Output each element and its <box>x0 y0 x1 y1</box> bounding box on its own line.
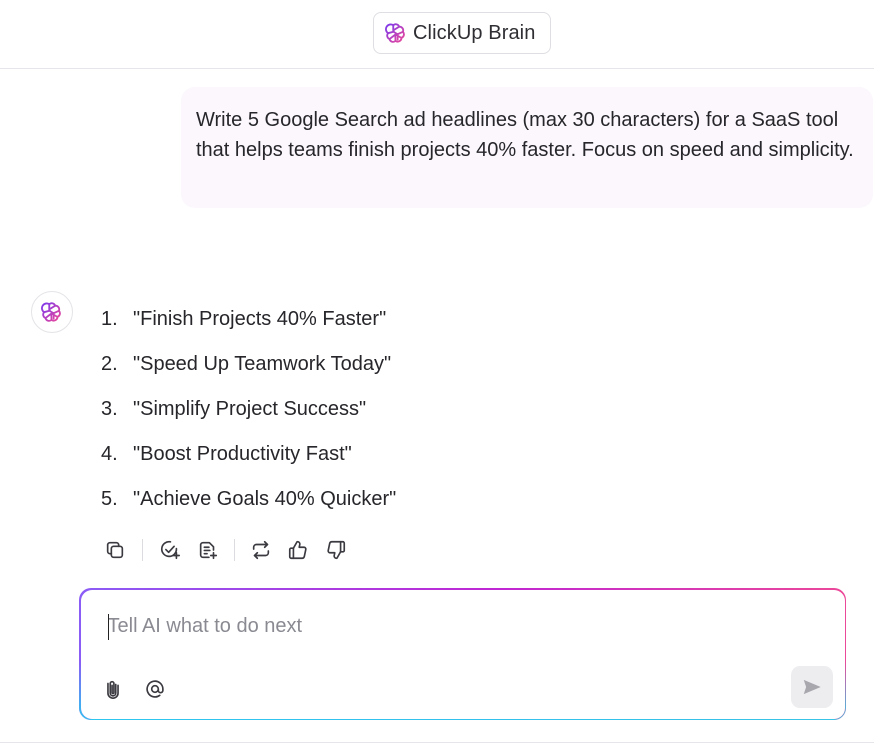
list-item-number: 4. <box>101 443 118 465</box>
list-item-text: "Finish Projects 40% Faster" <box>133 308 387 330</box>
send-icon <box>803 679 821 694</box>
add-to-doc-button[interactable] <box>195 537 221 563</box>
at-mention-icon <box>145 679 164 698</box>
regenerate-button[interactable] <box>248 537 274 563</box>
response-action-bar <box>102 537 362 563</box>
thumbs-up-icon <box>288 540 307 560</box>
prompt-composer <box>79 588 846 720</box>
list-item: 4. "Boost Productivity Fast" <box>101 438 396 483</box>
list-item: 5. "Achieve Goals 40% Quicker" <box>101 483 396 528</box>
brand-pill[interactable]: ClickUp Brain <box>373 12 551 54</box>
create-task-button[interactable] <box>157 537 183 563</box>
thumbs-up-button[interactable] <box>285 537 311 563</box>
regenerate-icon <box>252 540 270 560</box>
list-item: 1. "Finish Projects 40% Faster" <box>101 303 396 348</box>
list-item-text: "Boost Productivity Fast" <box>133 443 352 465</box>
headline-list: 1. "Finish Projects 40% Faster" 2. "Spee… <box>101 303 396 528</box>
user-message-bubble: Write 5 Google Search ad headlines (max … <box>181 87 873 208</box>
list-item: 3. "Simplify Project Success" <box>101 393 396 438</box>
send-button[interactable] <box>790 665 833 708</box>
paperclip-icon <box>106 680 119 699</box>
mention-button[interactable] <box>142 676 168 702</box>
thumbs-down-button[interactable] <box>323 537 349 563</box>
prompt-input[interactable] <box>107 612 808 641</box>
bottom-divider <box>0 742 874 743</box>
text-caret <box>107 613 109 640</box>
copy-icon <box>106 541 124 559</box>
clickup-brain-icon <box>385 22 407 44</box>
list-item-number: 1. <box>101 308 118 330</box>
thumbs-down-icon <box>327 540 346 560</box>
list-item-text: "Simplify Project Success" <box>133 398 367 420</box>
app-title: ClickUp Brain <box>413 21 536 44</box>
list-item-number: 3. <box>101 398 118 420</box>
composer-body <box>80 589 845 719</box>
list-item-text: "Achieve Goals 40% Quicker" <box>133 488 397 510</box>
action-divider <box>142 539 143 561</box>
add-to-doc-icon <box>199 541 218 560</box>
clickup-brain-icon <box>41 301 63 323</box>
list-item: 2. "Speed Up Teamwork Today" <box>101 348 396 393</box>
assistant-avatar <box>31 291 73 333</box>
copy-button[interactable] <box>102 537 128 563</box>
attach-button[interactable] <box>100 676 126 702</box>
list-item-number: 2. <box>101 353 118 375</box>
list-item-number: 5. <box>101 488 118 510</box>
top-header: ClickUp Brain <box>0 0 874 69</box>
list-item-text: "Speed Up Teamwork Today" <box>133 353 392 375</box>
action-divider <box>234 539 235 561</box>
create-task-icon <box>160 540 180 560</box>
